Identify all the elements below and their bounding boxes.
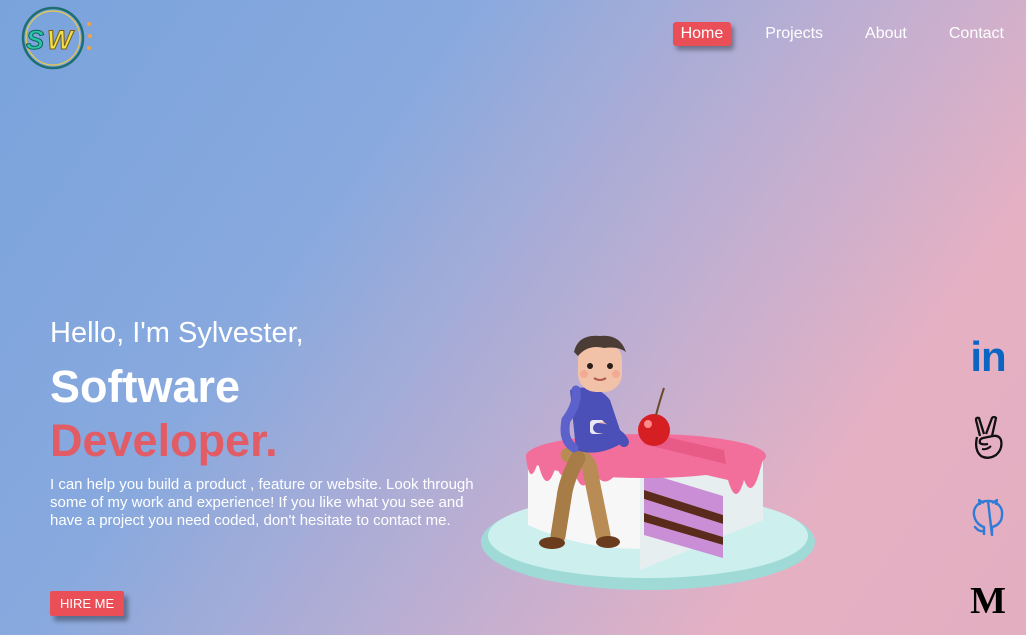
nav-about[interactable]: About (857, 22, 915, 46)
hero-description: I can help you build a product , feature… (50, 476, 474, 529)
linkedin-icon: in (970, 333, 1006, 380)
medium-link[interactable]: M (966, 580, 1010, 622)
angellist-icon (974, 416, 1003, 459)
nav-contact[interactable]: Contact (941, 22, 1012, 46)
main-nav: Home Projects About Contact (647, 22, 1012, 46)
angellist-link[interactable] (966, 416, 1010, 460)
hero-greeting: Hello, I'm Sylvester, (50, 317, 304, 349)
nav-projects[interactable]: Projects (757, 22, 831, 46)
hero-role-line1: Software (50, 361, 241, 412)
logo-text-w: W (47, 25, 75, 55)
hero-role-line2: Developer. (50, 415, 278, 466)
hire-me-button[interactable]: HIRE ME (50, 591, 125, 616)
logo-icon[interactable]: S W (20, 3, 94, 71)
github-icon (972, 498, 1004, 537)
logo-text-s: S (26, 25, 44, 55)
cake-character-illustration (481, 335, 815, 590)
github-link[interactable] (966, 498, 1010, 538)
linkedin-link[interactable]: in (966, 336, 1010, 378)
nav-home[interactable]: Home (672, 22, 732, 46)
hero-section: Hello, I'm Sylvester, Software Developer… (50, 316, 480, 530)
medium-icon: M (970, 580, 1006, 622)
